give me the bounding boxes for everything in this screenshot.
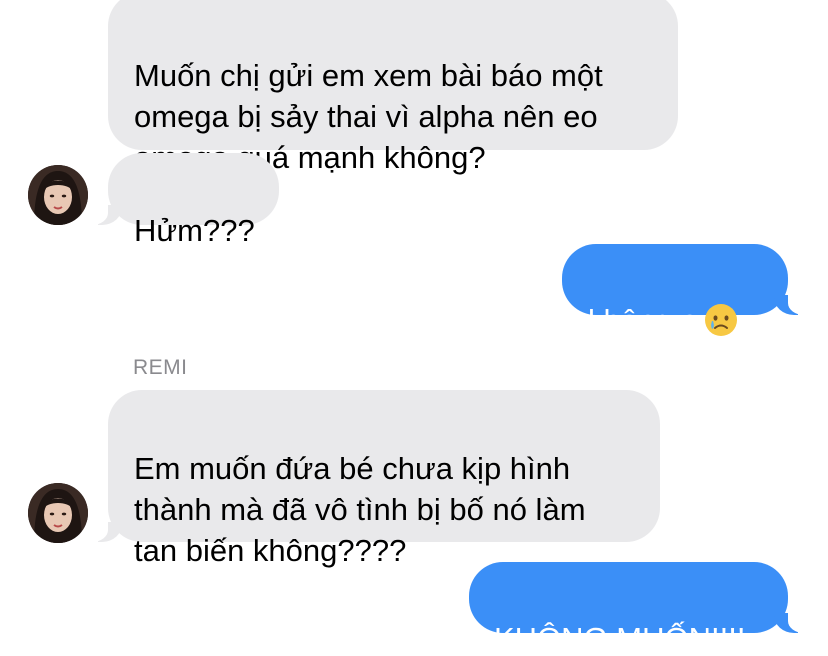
message-bubble-outgoing[interactable]: KHÔNG MUỐN!!!! (469, 562, 808, 656)
avatar-photo-icon (28, 165, 88, 225)
sender-name: REMI (133, 356, 188, 379)
bubble-tail (774, 295, 808, 315)
message-text: không ạ (588, 303, 699, 338)
avatar-photo-icon (28, 483, 88, 543)
chat-thread: Muốn chị gửi em xem bài báo một omega bị… (0, 0, 828, 656)
message-text: Hửm??? (134, 213, 255, 248)
message-bubble-incoming[interactable]: Muốn chị gửi em xem bài báo một omega bị… (108, 0, 678, 175)
crying-face-emoji-icon (704, 303, 738, 337)
avatar[interactable] (28, 165, 88, 225)
bubble-tail (774, 613, 808, 633)
avatar[interactable] (28, 483, 88, 543)
bubble-tail (88, 522, 122, 542)
message-bubble-incoming[interactable]: Hửm??? (88, 153, 279, 248)
bubble-tail (88, 205, 122, 225)
message-bubble-incoming[interactable]: Em muốn đứa bé chưa kịp hình thành mà đã… (88, 390, 660, 568)
message-bubble-outgoing[interactable]: không ạ (562, 244, 808, 338)
message-text: KHÔNG MUỐN!!!! (494, 621, 746, 656)
message-text: Em muốn đứa bé chưa kịp hình thành mà đã… (134, 451, 586, 568)
